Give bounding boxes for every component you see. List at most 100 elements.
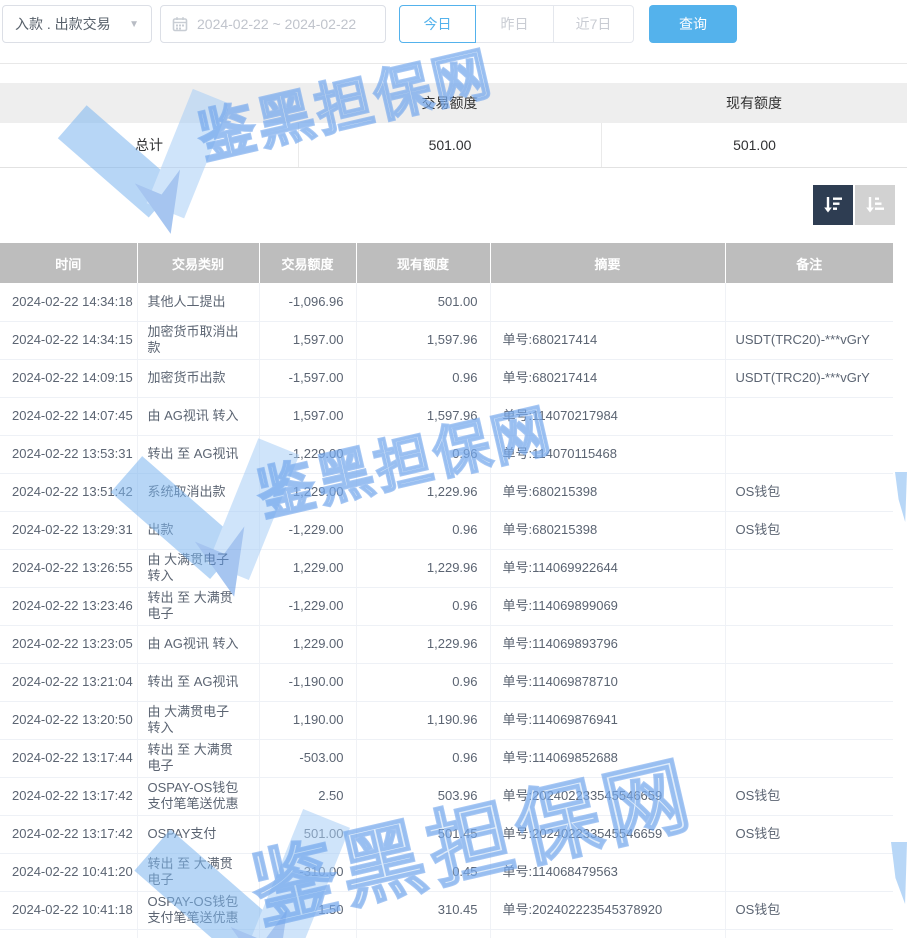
- cell-note: [725, 587, 893, 625]
- cell-current-amount: 1,229.96: [356, 473, 490, 511]
- cell-note: [725, 283, 893, 321]
- cell-time: 2024-02-22 13:53:31: [0, 435, 137, 473]
- sort-descending-button[interactable]: [813, 185, 853, 225]
- cell-transaction-amount: -1,190.00: [259, 663, 356, 701]
- summary-table: 交易额度 现有额度 总计 501.00 501.00: [0, 83, 907, 168]
- date-range-value: 2024-02-22 ~ 2024-02-22: [197, 16, 356, 32]
- cell-current-amount: 1,597.96: [356, 321, 490, 359]
- cell-memo: 单号:114068479563: [490, 853, 725, 891]
- cell-note: OS钱包: [725, 511, 893, 549]
- cell-note: [725, 625, 893, 663]
- cell-memo: 单号:202402223545378920: [490, 891, 725, 929]
- cell-time: 2024-02-22 13:17:42: [0, 815, 137, 853]
- col-header-time: 时间: [0, 243, 137, 283]
- cell-type: 转出 至 AG视讯: [137, 663, 259, 701]
- table-row: 2024-02-22 10:41:18 OSPAY-OS钱包支付笔笔送优惠 1.…: [0, 891, 893, 929]
- cell-time: 2024-02-22 13:17:44: [0, 739, 137, 777]
- table-row: 2024-02-22 14:07:45 由 AG视讯 转入 1,597.00 1…: [0, 397, 893, 435]
- cell-note: [725, 435, 893, 473]
- cell-current-amount: 501.45: [356, 815, 490, 853]
- cell-current-amount: 310.45: [356, 891, 490, 929]
- table-row: 2024-02-22 13:29:31 出款 -1,229.00 0.96 单号…: [0, 511, 893, 549]
- cell-current-amount: 0.96: [356, 435, 490, 473]
- chevron-down-icon: ▼: [129, 19, 139, 30]
- col-header-current-amount: 现有额度: [356, 243, 490, 283]
- cell-time: 2024-02-22 13:21:04: [0, 663, 137, 701]
- cell-note: USDT(TRC20)-***vGrY: [725, 359, 893, 397]
- cell-note: OS钱包: [725, 473, 893, 511]
- date-range-input[interactable]: 2024-02-22 ~ 2024-02-22: [160, 5, 386, 43]
- cell-current-amount: 0.96: [356, 511, 490, 549]
- summary-header-row: 交易额度 现有额度: [0, 83, 907, 123]
- transaction-type-value: 入款 . 出款交易: [15, 14, 111, 34]
- cell-transaction-amount: 1,597.00: [259, 397, 356, 435]
- sort-ascending-button[interactable]: [855, 185, 895, 225]
- cell-current-amount: 0.96: [356, 359, 490, 397]
- cell-time: 2024-02-22 13:51:42: [0, 473, 137, 511]
- cell-time: 2024-02-22 13:17:42: [0, 777, 137, 815]
- cell-note: OS钱包: [725, 815, 893, 853]
- cell-type: 加密货币出款: [137, 359, 259, 397]
- summary-total-row: 总计 501.00 501.00: [0, 123, 907, 168]
- cell-memo: 单号:114069878710: [490, 663, 725, 701]
- cell-transaction-amount: -1,229.00: [259, 511, 356, 549]
- cell-current-amount: 0.96: [356, 739, 490, 777]
- cell-current-amount: 501.00: [356, 283, 490, 321]
- cell-time: 2024-02-22 13:29:31: [0, 511, 137, 549]
- cell-transaction-amount: 1,229.00: [259, 549, 356, 587]
- cell-transaction-amount: -1,229.00: [259, 587, 356, 625]
- col-header-transaction-amount: 交易额度: [259, 243, 356, 283]
- cell-type: 加密货币取消出款: [137, 321, 259, 359]
- table-row: 2024-02-22 13:17:44 转出 至 大满贯电子 -503.00 0…: [0, 739, 893, 777]
- cell-transaction-amount: 1,229.00: [259, 473, 356, 511]
- cell-type: 转出 至 大满贯电子: [137, 739, 259, 777]
- cell-transaction-amount: 1,597.00: [259, 321, 356, 359]
- cell-current-amount: 0.45: [356, 853, 490, 891]
- cell-transaction-amount: 1,229.00: [259, 625, 356, 663]
- cell-note: [725, 701, 893, 739]
- table-row: 2024-02-22 13:21:04 转出 至 AG视讯 -1,190.00 …: [0, 663, 893, 701]
- table-row: 2024-02-22 13:23:05 由 AG视讯 转入 1,229.00 1…: [0, 625, 893, 663]
- col-header-type: 交易类别: [137, 243, 259, 283]
- cell-type: 转出 至 大满贯电子: [137, 587, 259, 625]
- sort-ascending-icon: [864, 194, 886, 216]
- table-row: 2024-02-22 14:34:18 其他人工提出 -1,096.96 501…: [0, 283, 893, 321]
- watermark-fragment: [895, 472, 907, 522]
- quick-range-7days-button[interactable]: 近7日: [554, 5, 634, 43]
- watermark-fragment: [891, 842, 907, 904]
- cell-time: 2024-02-22 14:34:18: [0, 283, 137, 321]
- cell-memo: 单号:114069893796: [490, 625, 725, 663]
- cell-time: 2024-02-22 14:07:45: [0, 397, 137, 435]
- sort-descending-icon: [822, 194, 844, 216]
- summary-header-current-amount: 现有额度: [601, 83, 907, 123]
- table-row-partial: [0, 929, 893, 938]
- sort-controls: [813, 185, 895, 225]
- search-button[interactable]: 查询: [649, 5, 737, 43]
- quick-range-yesterday-button[interactable]: 昨日: [476, 5, 554, 43]
- cell-note: USDT(TRC20)-***vGrY: [725, 321, 893, 359]
- cell-current-amount: 1,229.96: [356, 625, 490, 663]
- summary-total-transaction: 501.00: [298, 123, 601, 167]
- quick-range-today-button[interactable]: 今日: [399, 5, 476, 43]
- cell-memo: 单号:114069922644: [490, 549, 725, 587]
- cell-transaction-amount: -1,096.96: [259, 283, 356, 321]
- cell-memo: 单号:114070217984: [490, 397, 725, 435]
- cell-type: 由 大满贯电子 转入: [137, 701, 259, 739]
- transaction-type-select[interactable]: 入款 . 出款交易 ▼: [2, 5, 152, 43]
- transactions-body: 2024-02-22 14:34:18 其他人工提出 -1,096.96 501…: [0, 283, 893, 938]
- cell-transaction-amount: -310.00: [259, 853, 356, 891]
- transactions-table: 时间 交易类别 交易额度 现有额度 摘要 备注 2024-02-22 14:34…: [0, 243, 893, 938]
- cell-current-amount: 1,597.96: [356, 397, 490, 435]
- cell-memo: [490, 283, 725, 321]
- transactions-page: 入款 . 出款交易 ▼ 2024-02-22 ~ 2024-02-22 今日 昨…: [0, 0, 907, 938]
- cell-current-amount: 503.96: [356, 777, 490, 815]
- cell-transaction-amount: -503.00: [259, 739, 356, 777]
- summary-total-label: 总计: [0, 123, 298, 167]
- cell-current-amount: 1,229.96: [356, 549, 490, 587]
- cell-type: OSPAY-OS钱包支付笔笔送优惠: [137, 777, 259, 815]
- cell-current-amount: 1,190.96: [356, 701, 490, 739]
- cell-type: 出款: [137, 511, 259, 549]
- cell-time: 2024-02-22 14:34:15: [0, 321, 137, 359]
- cell-memo: 单号:114069876941: [490, 701, 725, 739]
- cell-memo: 单号:680215398: [490, 473, 725, 511]
